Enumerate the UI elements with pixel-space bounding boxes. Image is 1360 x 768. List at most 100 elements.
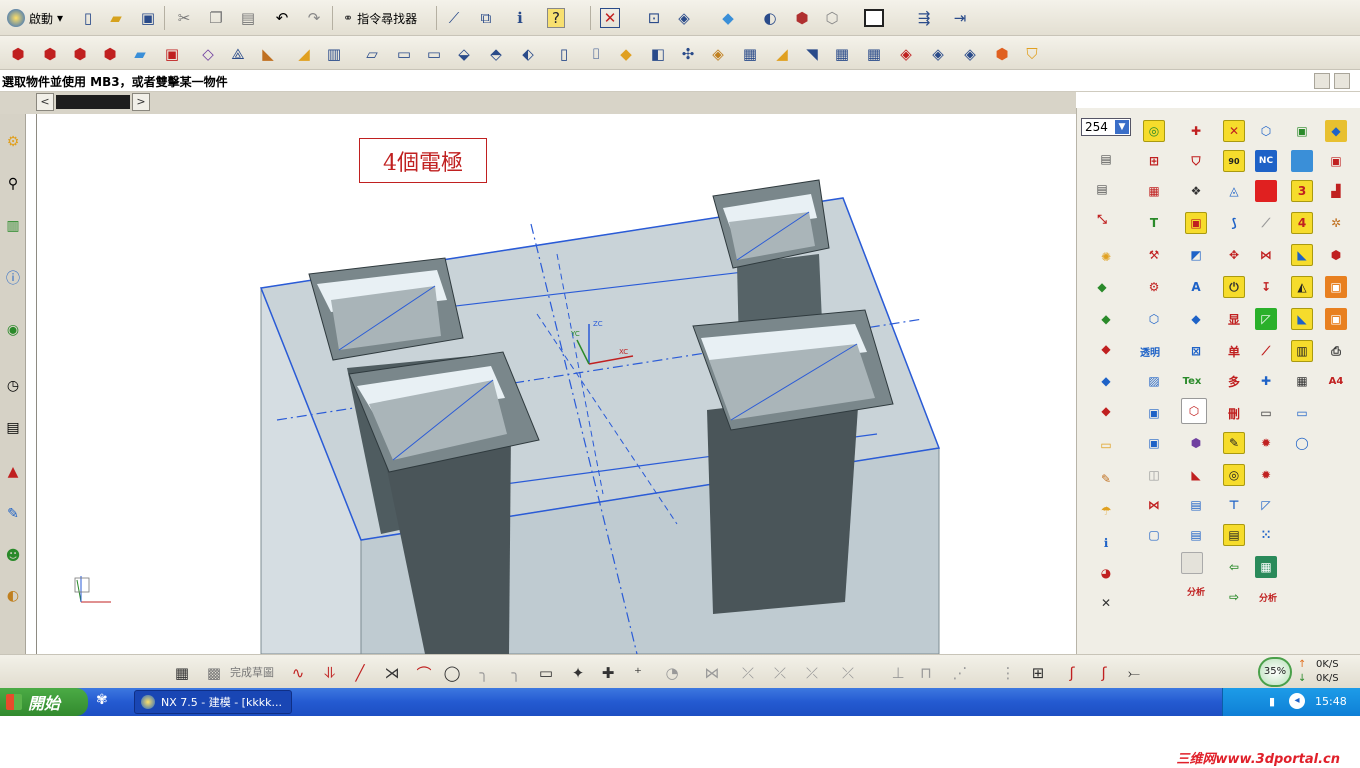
auto-constraint-icon[interactable]: ⊓ (914, 661, 938, 685)
point-set-icon[interactable]: ⁺ (626, 661, 650, 685)
part-navigator-icon[interactable]: ▥ (2, 214, 24, 238)
measure-icon[interactable]: ▭ (1255, 402, 1277, 424)
left-arrow-icon[interactable]: ⇦ (1223, 556, 1245, 578)
roles-icon[interactable]: ☻ (2, 544, 24, 568)
intersect-icon[interactable]: ◢ (770, 42, 794, 66)
delete-label[interactable]: 刪 (1223, 402, 1245, 424)
doc-icon[interactable]: ▤ (1223, 524, 1245, 546)
convert-icon[interactable]: ⋮ (996, 661, 1020, 685)
quick-launch-icon[interactable]: ✾ (96, 692, 116, 712)
scroll-right-icon[interactable]: > (132, 93, 150, 111)
point-tool-icon[interactable]: ✚ (596, 661, 620, 685)
pink-cross-icon[interactable]: ⋈ (1255, 244, 1277, 266)
gear-icon[interactable]: ⚙ (1143, 276, 1165, 298)
umbrella-icon[interactable]: ☂ (1095, 500, 1117, 522)
arrow-icon[interactable]: ◆ (1095, 400, 1117, 422)
tool-icon[interactable]: ⚒ (1143, 244, 1165, 266)
pencil-icon[interactable]: ✎ (1095, 468, 1117, 490)
gem-icon[interactable]: ⬢ (1325, 244, 1347, 266)
background-icon[interactable] (862, 6, 886, 30)
extend-icon[interactable]: ⤫ (736, 661, 760, 685)
x1-icon[interactable]: ✕ (1223, 120, 1245, 142)
trim-body-icon[interactable]: ▥ (322, 42, 346, 66)
through-curves-icon[interactable]: ▦ (830, 42, 854, 66)
small-plus-icon[interactable]: ✚ (1255, 370, 1277, 392)
analyze2-label[interactable]: 分析 (1253, 586, 1283, 608)
drops-icon[interactable]: ◬ (1223, 180, 1245, 202)
datum-plane-icon[interactable]: ✣ (676, 42, 700, 66)
graphics-window[interactable]: XC YC ZC 4個電極 (36, 114, 1076, 654)
bridge-icon[interactable]: ◈ (926, 42, 950, 66)
right-arrow-icon[interactable]: ⇨ (1223, 586, 1245, 608)
circle-tool-icon[interactable]: ◯ (440, 661, 464, 685)
reuse-library-icon[interactable]: ⓘ (2, 266, 24, 290)
four-icon[interactable]: 4 (1291, 212, 1313, 234)
offset-face-icon[interactable]: ▱ (360, 42, 384, 66)
cube-icon[interactable]: ⬡ (1143, 308, 1165, 330)
orange2-icon[interactable]: ▣ (1325, 308, 1347, 330)
quick-trim-icon[interactable]: ⋈ (700, 661, 724, 685)
edge-blend-icon[interactable]: ◇ (196, 42, 220, 66)
tangent-icon[interactable]: ⟆ (1223, 212, 1245, 234)
curvature-icon[interactable]: ◕ (1095, 562, 1117, 584)
step-icon[interactable]: ◣ (1291, 244, 1313, 266)
unite-icon[interactable]: ◈ (706, 42, 730, 66)
measure-blue-icon[interactable]: ▭ (1291, 402, 1313, 424)
t-icon[interactable]: T (1143, 212, 1165, 234)
blocks-icon[interactable]: ▣ (1325, 150, 1347, 172)
circle-icon[interactable]: ◯ (1291, 432, 1313, 454)
multi-label[interactable]: 多 (1223, 370, 1245, 392)
n-sided-icon[interactable]: ◈ (894, 42, 918, 66)
hidden-edges-icon[interactable]: ⬡ (820, 6, 844, 30)
show-constraints-icon[interactable]: ⋰ (948, 661, 972, 685)
slope-icon[interactable]: ⟋ (1255, 340, 1277, 362)
undo-icon[interactable]: ↶ (270, 6, 294, 30)
selection-filter-icon[interactable]: ⟋ (442, 6, 466, 30)
derived-line-icon[interactable]: ⋊ (380, 661, 404, 685)
list2-icon[interactable]: ▤ (1185, 524, 1207, 546)
subtract-icon[interactable]: ▦ (738, 42, 762, 66)
redo-icon[interactable]: ↷ (302, 6, 326, 30)
intersect-curve-icon[interactable]: ʃ (1092, 661, 1116, 685)
thicken-icon[interactable]: ⬢ (990, 42, 1014, 66)
scroll-track[interactable] (56, 95, 130, 109)
minimize-icon[interactable] (1334, 73, 1350, 89)
history-icon[interactable]: ◷ (2, 374, 24, 398)
power-icon[interactable]: ⏻ (1223, 276, 1245, 298)
three-icon[interactable]: 3 (1291, 180, 1313, 202)
line-icon[interactable]: ╱ (348, 661, 372, 685)
list-icon[interactable]: ▤ (1185, 494, 1207, 516)
gear-red-icon[interactable]: ✹ (1255, 432, 1277, 454)
trim-icon[interactable]: ⊞ (1143, 150, 1165, 172)
corner-tool-icon[interactable]: ⤫ (768, 661, 792, 685)
text-a-icon[interactable]: A (1185, 276, 1207, 298)
blank-icon[interactable] (1181, 552, 1203, 574)
xform-icon[interactable]: ⋈ (1143, 494, 1165, 516)
angle-90-icon[interactable]: 90 (1223, 150, 1245, 172)
ruler-icon[interactable]: ▭ (1095, 434, 1117, 456)
plus-icon[interactable]: ✚ (1185, 120, 1207, 142)
corner-icon[interactable]: ◸ (1255, 308, 1277, 330)
refresh-icon[interactable]: ◎ (1143, 120, 1165, 142)
csys-icon[interactable]: ⤡ (1091, 208, 1113, 230)
law-extension-icon[interactable]: ◈ (958, 42, 982, 66)
trim-curve-icon[interactable]: ʃ (1060, 661, 1084, 685)
arc-icon[interactable]: ⌒ (412, 661, 436, 685)
assembly-navigator-icon[interactable]: ⚙ (2, 130, 24, 154)
draft-icon[interactable]: ◣ (256, 42, 280, 66)
film-icon[interactable]: ◎ (1223, 464, 1245, 486)
constraint-icon[interactable]: ⊥ (886, 661, 910, 685)
cluster-icon[interactable]: ❖ (1185, 180, 1207, 202)
mirror-icon[interactable]: ⬘ (484, 42, 508, 66)
project-curve-icon[interactable]: ⤚ (1122, 661, 1146, 685)
select-icon[interactable]: ⊠ (1185, 340, 1207, 362)
rectangle-icon[interactable]: ▭ (534, 661, 558, 685)
transparent-label[interactable]: 透明 (1139, 340, 1161, 362)
single-label[interactable]: 单 (1223, 340, 1245, 362)
volume-icon[interactable]: ◂ (1289, 693, 1305, 709)
stack-icon[interactable]: ▤ (1091, 178, 1113, 200)
vector-icon[interactable]: ◆ (1095, 308, 1117, 330)
start-button[interactable]: 開始 (0, 688, 88, 716)
point-icon[interactable]: ◆ (1091, 276, 1113, 298)
sheet-icon[interactable]: ◫ (1143, 464, 1165, 486)
